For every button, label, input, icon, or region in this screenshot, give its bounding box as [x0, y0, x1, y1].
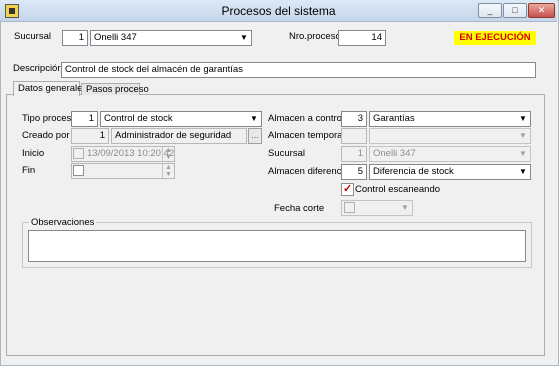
sucursal-code-field[interactable]: 1	[62, 30, 88, 46]
control-escaneando-checkbox[interactable]	[341, 182, 354, 196]
chevron-down-icon[interactable]: ▼	[238, 32, 250, 44]
almacen-diferencias-select[interactable]: Diferencia de stock ▼	[369, 164, 531, 180]
fecha-corte-select[interactable]: ▼	[341, 200, 413, 216]
maximize-button[interactable]: □	[503, 3, 527, 18]
almacen-temporario-select[interactable]: ▼	[369, 128, 531, 144]
sucursal-select-value: Onelli 347	[94, 32, 137, 43]
inicio-datetime-field[interactable]: 13/09/2013 10:20:42 ▲ ▼	[71, 146, 175, 162]
almacen-controlar-select-value: Garantías	[373, 113, 415, 124]
nro-proceso-field[interactable]: 14	[338, 30, 386, 46]
chevron-down-icon[interactable]: ▼	[517, 148, 529, 160]
almacen-temporario-code-field[interactable]	[341, 128, 367, 144]
tab-pasos-proceso[interactable]: Pasos proceso	[81, 83, 149, 95]
sucursal-form-label: Sucursal	[268, 148, 305, 159]
fin-checkbox[interactable]	[73, 165, 84, 176]
tab-datos-generales[interactable]: Datos generales	[13, 81, 87, 96]
sucursal-form-code-field[interactable]: 1	[341, 146, 367, 162]
almacen-diferencias-code-field[interactable]: 5	[341, 164, 367, 180]
chevron-down-icon[interactable]: ▼	[399, 202, 411, 214]
almacen-controlar-label: Almacen a controlar	[268, 113, 353, 124]
inicio-spin-icon[interactable]: ▲ ▼	[162, 147, 174, 161]
fecha-corte-label: Fecha corte	[274, 203, 325, 214]
almacen-controlar-select[interactable]: Garantías ▼	[369, 111, 531, 127]
status-badge: EN EJECUCIÓN	[454, 31, 536, 45]
sucursal-select[interactable]: Onelli 347 ▼	[90, 30, 252, 46]
control-escaneando-label: Control escaneando	[355, 184, 441, 195]
sucursal-label: Sucursal	[14, 31, 51, 42]
fin-datetime-field[interactable]: ▲ ▼	[71, 163, 175, 179]
window-title: Procesos del sistema	[221, 4, 336, 18]
tipo-proceso-select-value: Control de stock	[104, 113, 173, 124]
descripcion-field[interactable]: Control de stock del almacén de garantía…	[61, 62, 536, 78]
chevron-down-icon[interactable]: ▼	[517, 166, 529, 178]
minimize-button[interactable]: _	[478, 3, 502, 18]
observaciones-textarea[interactable]	[28, 230, 526, 262]
creado-por-field: Administrador de seguridad	[111, 128, 247, 144]
sucursal-form-select[interactable]: Onelli 347 ▼	[369, 146, 531, 162]
tipo-proceso-code-field[interactable]: 1	[71, 111, 98, 127]
descripcion-label: Descripción	[13, 63, 63, 74]
almacen-diferencias-select-value: Diferencia de stock	[373, 166, 454, 177]
sucursal-form-select-value: Onelli 347	[373, 148, 416, 159]
almacen-controlar-code-field[interactable]: 3	[341, 111, 367, 127]
fecha-corte-checkbox[interactable]	[344, 202, 355, 213]
close-button[interactable]: ✕	[528, 3, 555, 18]
inicio-label: Inicio	[22, 148, 45, 159]
creado-por-label: Creado por	[22, 130, 70, 141]
creado-por-lookup-button[interactable]: ...	[248, 128, 262, 144]
chevron-down-icon[interactable]: ▼	[517, 130, 529, 142]
chevron-down-icon[interactable]: ▼	[517, 113, 529, 125]
creado-por-code-field[interactable]: 1	[71, 128, 109, 144]
chevron-down-icon[interactable]: ▼	[248, 113, 260, 125]
tipo-proceso-label: Tipo proceso	[22, 113, 77, 124]
fin-label: Fin	[22, 165, 36, 176]
nro-proceso-label: Nro.proceso	[289, 31, 341, 42]
observaciones-label: Observaciones	[29, 217, 97, 228]
fin-spin-icon[interactable]: ▲ ▼	[162, 164, 174, 178]
tipo-proceso-select[interactable]: Control de stock ▼	[100, 111, 262, 127]
inicio-checkbox[interactable]	[73, 148, 84, 159]
